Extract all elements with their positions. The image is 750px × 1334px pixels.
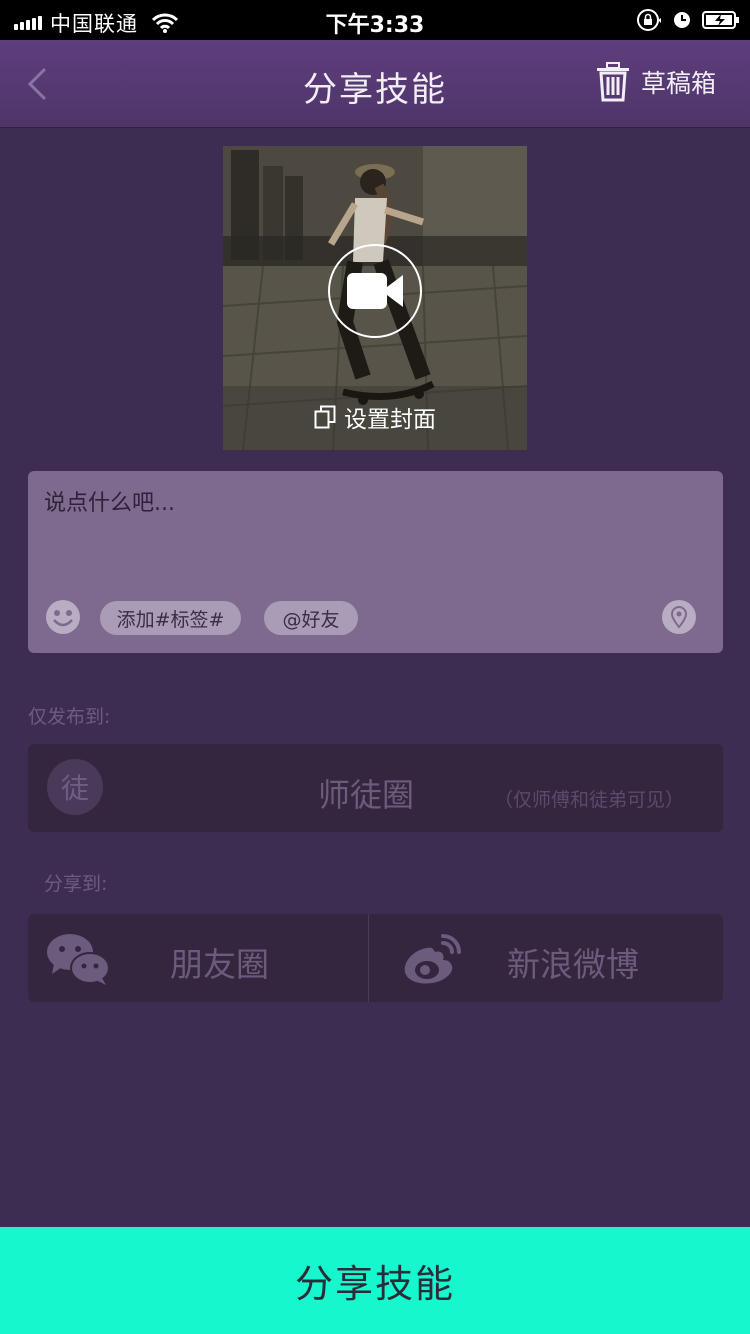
rotation-lock-icon [637,9,661,31]
mention-friend-chip[interactable]: @好友 [264,601,358,635]
publish-section-label: 仅发布到: [28,706,111,728]
share-wechat-label: 朋友圈 [170,945,269,984]
share-skill-label: 分享技能 [294,1262,455,1306]
status-right [636,8,740,32]
share-weibo-label: 新浪微博 [507,945,639,984]
share-weibo-button[interactable]: 新浪微博 [369,914,723,1002]
share-options: 朋友圈 新浪微博 [28,914,723,1002]
mentor-circle-label: 师徒圈 [318,776,415,814]
post-text-area[interactable]: 说点什么吧... 添加#标签# @好友 [28,471,723,653]
battery-icon [702,11,739,29]
video-camera-icon [347,273,403,309]
nav-bar: 分享技能 草稿箱 [0,40,750,128]
wechat-moments-icon [47,934,110,985]
set-cover-label: 设置封面 [344,407,436,433]
share-wechat-moments-button[interactable]: 朋友圈 [28,914,368,1002]
trash-icon [596,62,629,102]
play-video-button[interactable] [328,244,422,338]
mentor-badge: 徒 [47,759,103,815]
status-bar: 中国联通 下午3:33 [0,0,750,40]
emoji-icon[interactable] [45,599,81,635]
video-cover[interactable]: 设置封面 [223,146,527,450]
share-section-label: 分享到: [44,873,108,895]
post-text-placeholder: 说点什么吧... [44,491,175,516]
alarm-icon [674,12,690,28]
copy-frame-icon [314,405,336,429]
add-tag-chip[interactable]: 添加#标签# [100,601,241,635]
share-skill-button[interactable]: 分享技能 [0,1227,750,1334]
location-icon[interactable] [661,599,697,635]
mentor-circle-option[interactable]: 徒 师徒圈 （仅师傅和徒弟可见） [28,744,723,832]
mentor-circle-note: （仅师傅和徒弟可见） [494,789,685,811]
weibo-icon [404,934,461,984]
drafts-label: 草稿箱 [640,69,716,98]
set-cover-button[interactable]: 设置封面 [223,400,527,434]
drafts-button[interactable]: 草稿箱 [595,62,716,102]
